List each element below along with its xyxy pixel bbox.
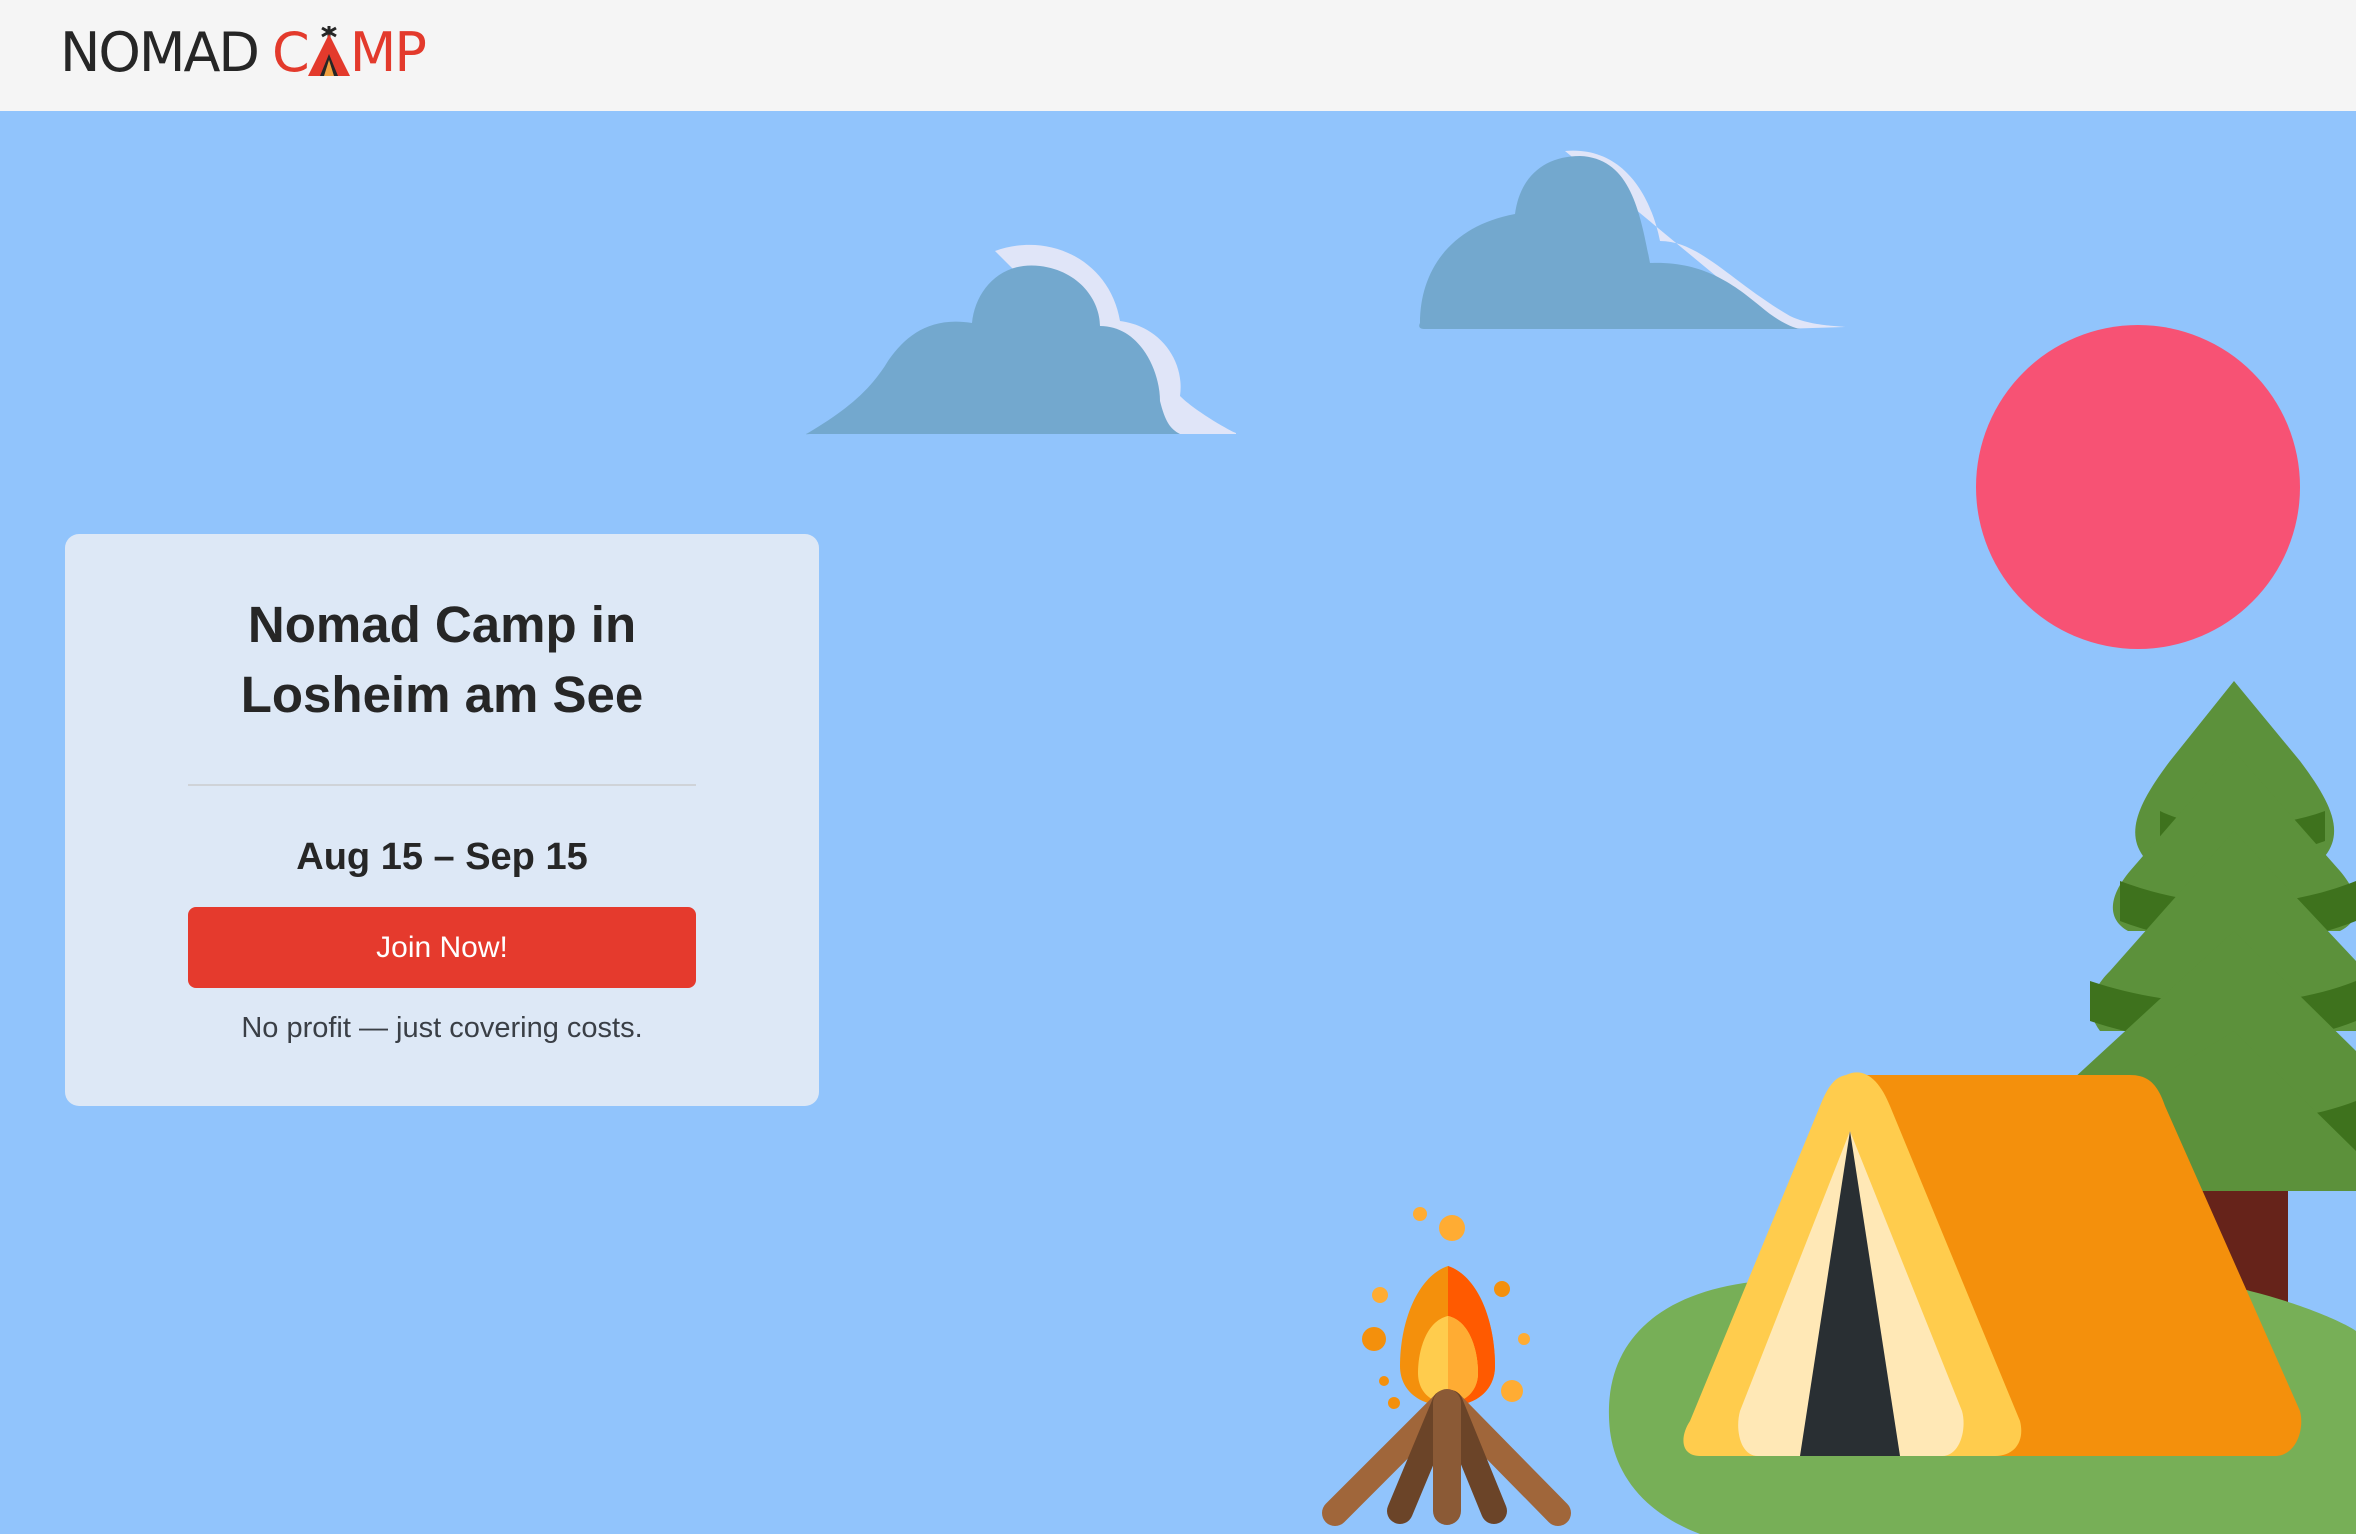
join-now-button[interactable]: Join Now! (188, 907, 696, 988)
teepee-icon (307, 26, 350, 76)
pricing-note: No profit — just covering costs. (241, 1012, 643, 1044)
event-title-line1: Nomad Camp in (247, 596, 637, 653)
sun-icon (1976, 325, 2300, 649)
logo-camp-mp: MP (349, 20, 427, 84)
event-dates: Aug 15 – Sep 15 (296, 836, 588, 878)
divider (188, 784, 696, 786)
logo-camp-c: C (272, 20, 310, 84)
site-header: NOMAD C MP (0, 0, 2356, 111)
logo-word-camp: C MP (272, 20, 427, 84)
site-logo[interactable]: NOMAD C MP (60, 20, 427, 84)
campfire-icon (1322, 1207, 1571, 1526)
cloud-icon (805, 244, 1236, 435)
event-card: Nomad Camp in Losheim am See Aug 15 – Se… (65, 534, 819, 1106)
cloud-icon (1419, 150, 1845, 329)
event-title-line2: Losheim am See (240, 666, 644, 723)
event-title: Nomad Camp in Losheim am See (105, 590, 779, 730)
logo-word-nomad: NOMAD (60, 20, 260, 84)
